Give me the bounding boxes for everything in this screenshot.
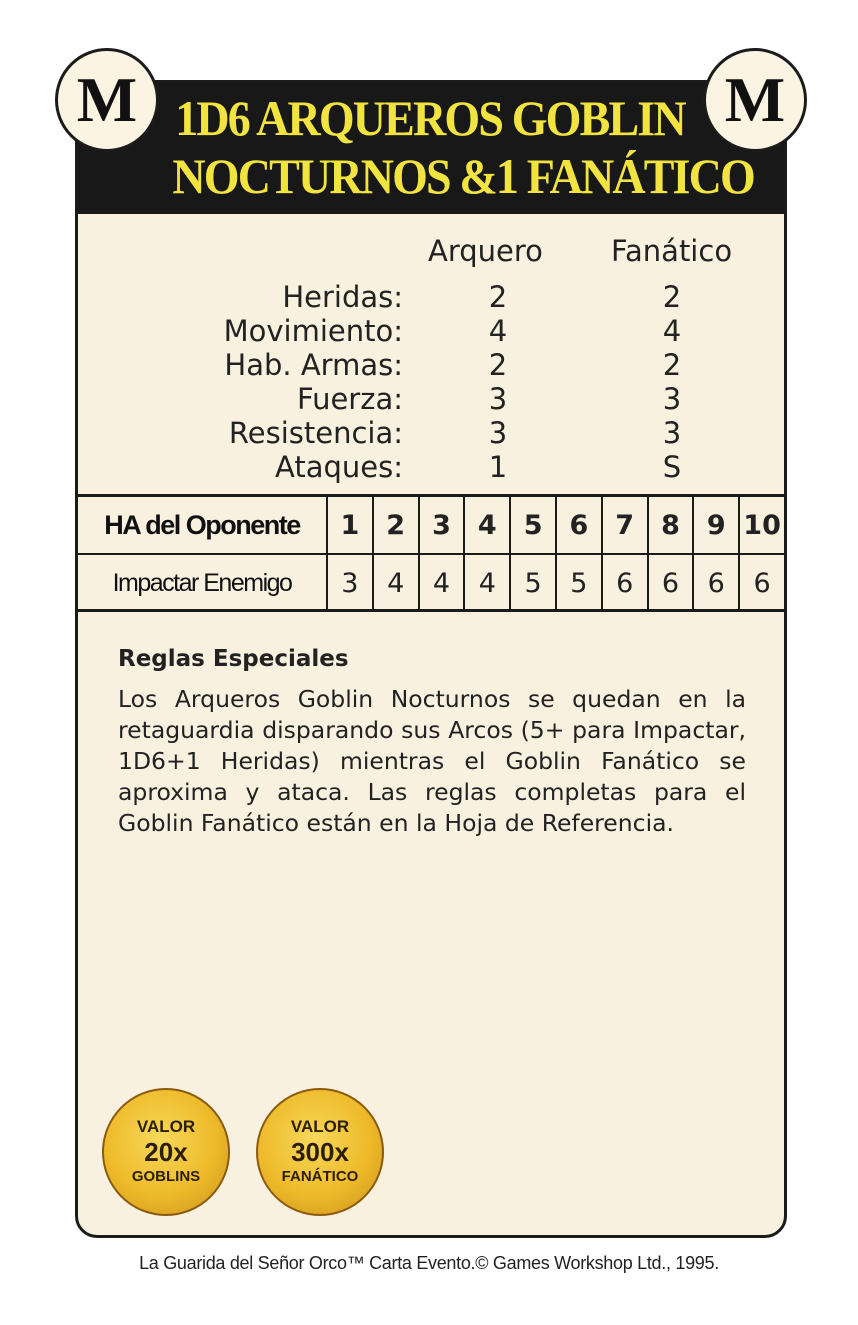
to-hit-label: Impactar Enemigo <box>78 555 328 611</box>
stat-value-archer-wounds: 2 <box>488 280 508 314</box>
opponent-ws-cell: 8 <box>649 497 695 553</box>
stat-label-movement: Movimiento: <box>223 314 403 348</box>
corner-badge-right: M <box>703 48 807 152</box>
stat-value-archer-strength: 3 <box>488 382 508 416</box>
to-hit-cell: 5 <box>511 555 557 611</box>
opponent-ws-cell: 1 <box>328 497 374 553</box>
special-rules-text: Los Arqueros Goblin Nocturnos se quedan … <box>118 685 746 837</box>
opponent-ws-cell: 3 <box>420 497 466 553</box>
coin-value: 20x <box>144 1137 188 1167</box>
stat-value-fanatic-attacks: S <box>662 450 682 484</box>
to-hit-table: HA del Oponente 1 2 3 4 5 6 7 8 9 10 Imp… <box>78 494 784 612</box>
opponent-ws-row: HA del Oponente 1 2 3 4 5 6 7 8 9 10 <box>78 497 784 555</box>
stat-label-wounds: Heridas: <box>282 280 403 314</box>
card-title-line1: 1D6 ARQUEROS GOBLIN <box>175 90 686 146</box>
stat-value-archer-movement: 4 <box>488 314 508 348</box>
gold-value-coin-goblins: VALOR 20x GOBLINS <box>102 1088 230 1216</box>
to-hit-cell: 4 <box>420 555 466 611</box>
opponent-ws-cell: 7 <box>603 497 649 553</box>
to-hit-cell: 5 <box>557 555 603 611</box>
opponent-ws-label: HA del Oponente <box>78 497 328 553</box>
to-hit-row: Impactar Enemigo 3 4 4 4 5 5 6 6 6 6 <box>78 555 784 611</box>
to-hit-cell: 6 <box>649 555 695 611</box>
opponent-ws-cell: 9 <box>694 497 741 553</box>
corner-badge-left: M <box>55 48 159 152</box>
opponent-ws-cell: 10 <box>743 509 781 541</box>
stat-value-archer-attacks: 1 <box>488 450 508 484</box>
stat-value-fanatic-weapon-skill: 2 <box>662 348 682 382</box>
copyright-footer: La Guarida del Señor Orco™ Carta Evento.… <box>139 1253 719 1273</box>
coin-top-label: VALOR <box>290 1117 350 1136</box>
stat-value-fanatic-movement: 4 <box>662 314 682 348</box>
to-hit-cell: 6 <box>603 555 649 611</box>
stat-value-fanatic-toughness: 3 <box>662 416 682 450</box>
to-hit-cell: 6 <box>753 567 771 599</box>
opponent-ws-cell: 5 <box>511 497 557 553</box>
coin-bottom-label: FANÁTICO <box>281 1168 359 1185</box>
stat-value-fanatic-strength: 3 <box>662 382 682 416</box>
column-header-archer: Arquero <box>428 234 543 268</box>
to-hit-cell: 4 <box>374 555 420 611</box>
stat-value-archer-toughness: 3 <box>488 416 508 450</box>
to-hit-cell: 6 <box>694 555 741 611</box>
stat-label-strength: Fuerza: <box>296 382 403 416</box>
coin-value: 300x <box>291 1137 349 1167</box>
special-rules-heading: Reglas Especiales <box>118 646 349 672</box>
stat-label-toughness: Resistencia: <box>228 416 403 450</box>
stat-label-attacks: Ataques: <box>275 450 403 484</box>
coin-bottom-label: GOBLINS <box>131 1168 201 1185</box>
gold-value-coin-fanatic: VALOR 300x FANÁTICO <box>256 1088 384 1216</box>
opponent-ws-cell: 6 <box>557 497 603 553</box>
stat-value-fanatic-wounds: 2 <box>662 280 682 314</box>
opponent-ws-cell: 4 <box>465 497 512 553</box>
opponent-ws-cell: 2 <box>374 497 420 553</box>
to-hit-cell: 3 <box>328 555 374 611</box>
to-hit-cell: 4 <box>465 555 512 611</box>
stat-label-weapon-skill: Hab. Armas: <box>224 348 403 382</box>
column-header-fanatic: Fanático <box>611 234 733 268</box>
card-title-line2: NOCTURNOS &1 FANÁTICO <box>172 148 755 204</box>
stat-value-archer-weapon-skill: 2 <box>488 348 508 382</box>
coin-top-label: VALOR <box>136 1117 196 1136</box>
